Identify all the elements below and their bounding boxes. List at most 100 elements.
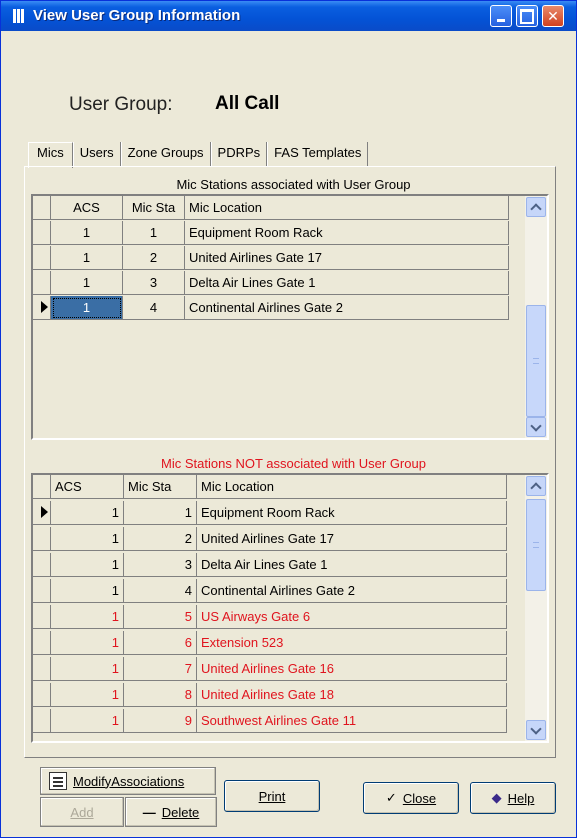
table-cell[interactable]: 1 (51, 501, 124, 525)
table-cell[interactable]: United Airlines Gate 18 (197, 683, 507, 707)
chevron-up-icon[interactable] (526, 197, 546, 217)
table-row[interactable]: 1 3 Delta Air Lines Gate 1 (33, 553, 507, 577)
table-cell[interactable]: 1 (51, 296, 123, 320)
table-cell[interactable]: Delta Air Lines Gate 1 (185, 271, 509, 295)
chevron-down-icon[interactable] (526, 720, 546, 740)
table-cell[interactable]: US Airways Gate 6 (197, 605, 507, 629)
not-associated-scrollbar[interactable] (525, 475, 547, 741)
row-indicator[interactable] (33, 527, 51, 551)
title-bar[interactable]: View User Group Information ✕ (1, 1, 576, 31)
table-cell[interactable]: 7 (124, 657, 197, 681)
table-cell[interactable]: 1 (51, 271, 123, 295)
help-book-icon: ◆ (491, 790, 502, 805)
column-header[interactable]: ACS (51, 475, 124, 499)
row-indicator[interactable] (33, 579, 51, 603)
table-row[interactable]: 1 8 United Airlines Gate 18 (33, 683, 507, 707)
table-cell[interactable]: 4 (124, 579, 197, 603)
document-icon (49, 772, 67, 790)
table-cell[interactable]: 2 (124, 527, 197, 551)
table-cell[interactable]: United Airlines Gate 16 (197, 657, 507, 681)
row-indicator[interactable] (33, 221, 51, 245)
table-row[interactable]: 1 2 United Airlines Gate 17 (33, 527, 507, 551)
table-cell[interactable]: 5 (124, 605, 197, 629)
table-row[interactable]: 1 6 Extension 523 (33, 631, 507, 655)
row-indicator[interactable] (33, 271, 51, 295)
table-row[interactable]: 1 1 Equipment Room Rack (33, 221, 509, 245)
add-button[interactable]: Add (40, 797, 124, 827)
tab-mics[interactable]: Mics (28, 142, 73, 168)
table-cell[interactable]: 1 (51, 553, 124, 577)
table-cell[interactable]: Equipment Room Rack (185, 221, 509, 245)
table-cell[interactable]: 2 (123, 246, 185, 270)
column-header[interactable]: ACS (51, 196, 123, 220)
table-cell[interactable]: United Airlines Gate 17 (197, 527, 507, 551)
associated-scrollbar[interactable] (525, 196, 547, 438)
table-row[interactable]: 1 9 Southwest Airlines Gate 11 (33, 709, 507, 733)
user-group-value: All Call (215, 93, 280, 114)
table-cell[interactable]: 3 (124, 553, 197, 577)
table-cell[interactable]: 1 (51, 683, 124, 707)
row-indicator[interactable] (33, 553, 51, 577)
scroll-thumb[interactable] (526, 305, 546, 417)
table-cell[interactable]: Equipment Room Rack (197, 501, 507, 525)
table-row[interactable]: 1 4 Continental Airlines Gate 2 (33, 296, 509, 320)
tab-zone-groups[interactable]: Zone Groups (120, 142, 211, 166)
table-cell[interactable]: Continental Airlines Gate 2 (185, 296, 509, 320)
table-cell[interactable]: 1 (51, 221, 123, 245)
associated-grid[interactable]: ACS Mic Sta Mic Location 1 1 Equipment Room R… (31, 194, 549, 440)
table-cell[interactable]: Extension 523 (197, 631, 507, 655)
table-cell[interactable]: 6 (124, 631, 197, 655)
help-button[interactable]: ◆ Help (470, 782, 556, 814)
modify-associations-button[interactable]: ModifyAssociations (40, 767, 216, 795)
chevron-up-icon[interactable] (526, 476, 546, 496)
maximize-button[interactable] (516, 5, 538, 27)
row-indicator[interactable] (33, 501, 51, 525)
table-row[interactable]: 1 7 United Airlines Gate 16 (33, 657, 507, 681)
table-cell[interactable]: 8 (124, 683, 197, 707)
table-cell[interactable]: 1 (123, 221, 185, 245)
table-row[interactable]: 1 3 Delta Air Lines Gate 1 (33, 271, 509, 295)
table-row[interactable]: 1 1 Equipment Room Rack (33, 501, 507, 525)
checkmark-icon: ✓ (385, 790, 397, 805)
table-cell[interactable]: Southwest Airlines Gate 11 (197, 709, 507, 733)
table-cell[interactable]: 1 (51, 631, 124, 655)
row-indicator[interactable] (33, 246, 51, 270)
row-indicator[interactable] (33, 605, 51, 629)
table-cell[interactable]: 1 (51, 579, 124, 603)
tab-fas-templates[interactable]: FAS Templates (267, 142, 369, 166)
row-indicator[interactable] (33, 657, 51, 681)
print-button[interactable]: Print (224, 780, 320, 812)
table-row[interactable]: 1 4 Continental Airlines Gate 2 (33, 579, 507, 603)
column-header[interactable]: Mic Location (185, 196, 509, 220)
table-cell[interactable]: 1 (51, 527, 124, 551)
table-cell[interactable]: 1 (51, 605, 124, 629)
chevron-down-icon[interactable] (526, 417, 546, 437)
column-header[interactable]: Mic Sta (124, 475, 197, 499)
delete-button[interactable]: — Delete (125, 797, 217, 827)
close-button[interactable]: ✓ Close (363, 782, 459, 814)
table-cell[interactable]: 1 (51, 709, 124, 733)
row-indicator[interactable] (33, 709, 51, 733)
column-header[interactable]: Mic Location (197, 475, 507, 499)
tab-pdrps[interactable]: PDRPs (210, 142, 268, 166)
table-cell[interactable]: 4 (123, 296, 185, 320)
table-cell[interactable]: Continental Airlines Gate 2 (197, 579, 507, 603)
table-cell[interactable]: United Airlines Gate 17 (185, 246, 509, 270)
minimize-button[interactable] (490, 5, 512, 27)
not-associated-grid[interactable]: ACS Mic Sta Mic Location 1 1 Equipment Room R… (31, 473, 549, 743)
table-cell[interactable]: 1 (51, 657, 124, 681)
close-window-button[interactable]: ✕ (542, 5, 564, 27)
table-row[interactable]: 1 5 US Airways Gate 6 (33, 605, 507, 629)
table-cell[interactable]: 9 (124, 709, 197, 733)
table-cell[interactable]: 1 (124, 501, 197, 525)
table-cell[interactable]: 3 (123, 271, 185, 295)
row-indicator[interactable] (33, 683, 51, 707)
tab-users[interactable]: Users (72, 142, 121, 166)
row-indicator[interactable] (33, 296, 51, 320)
column-header[interactable]: Mic Sta (123, 196, 185, 220)
row-indicator[interactable] (33, 631, 51, 655)
table-row[interactable]: 1 2 United Airlines Gate 17 (33, 246, 509, 270)
scroll-thumb[interactable] (526, 499, 546, 591)
table-cell[interactable]: Delta Air Lines Gate 1 (197, 553, 507, 577)
table-cell[interactable]: 1 (51, 246, 123, 270)
